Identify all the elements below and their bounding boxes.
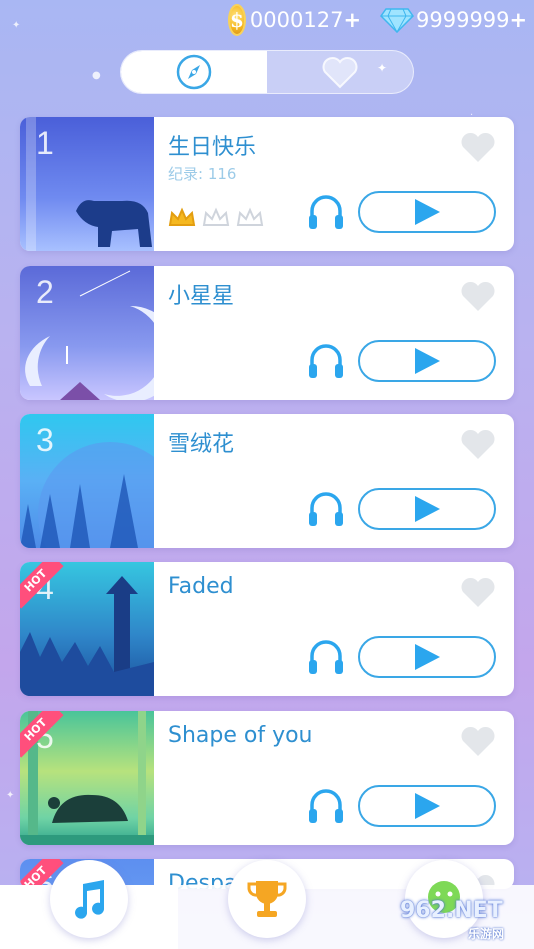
compass-icon (176, 54, 212, 90)
song-title: 雪绒花 (168, 432, 235, 457)
gem-counter[interactable]: 9999999 + (380, 4, 530, 36)
tab-favorites[interactable]: ✦ (267, 51, 413, 93)
song-thumbnail: 4 HOT (20, 562, 154, 696)
headphone-icon[interactable] (306, 340, 346, 382)
nav-trophy-button[interactable] (228, 860, 306, 938)
crown-icon (236, 207, 264, 226)
song-card[interactable]: 2 小星星 (20, 266, 514, 400)
coin-amount: 0000127 (249, 8, 344, 32)
play-icon (415, 496, 440, 522)
crown-rating (168, 207, 264, 229)
favorite-heart-icon[interactable] (458, 723, 498, 759)
play-button[interactable] (358, 191, 496, 233)
song-card[interactable]: 5 HOT Shape of you (20, 711, 514, 845)
song-title: Shape of you (168, 723, 313, 748)
play-icon (415, 348, 440, 374)
song-card[interactable]: 1 生日快乐 纪录: 116 (20, 117, 514, 251)
headphone-icon[interactable] (306, 785, 346, 827)
song-number: 3 (36, 422, 54, 458)
song-thumbnail: 1 (20, 117, 154, 251)
song-title: 生日快乐 (168, 135, 257, 160)
headphone-icon[interactable] (306, 636, 346, 678)
favorite-heart-icon[interactable] (458, 574, 498, 610)
crown-icon (168, 207, 196, 226)
play-icon (415, 199, 440, 225)
song-card[interactable]: 3 雪绒花 (20, 414, 514, 548)
play-button[interactable] (358, 340, 496, 382)
watermark-logo: 962.NET (400, 898, 503, 923)
song-title: Faded (168, 574, 234, 599)
favorite-heart-icon[interactable] (458, 278, 498, 314)
coin-counter[interactable]: $ 0000127 + (228, 4, 361, 36)
coin-icon: $ (228, 4, 246, 36)
song-tabs: ✦ (120, 50, 414, 94)
song-thumbnail: 5 HOT (20, 711, 154, 845)
song-thumbnail: 3 (20, 414, 154, 548)
favorite-heart-icon[interactable] (458, 426, 498, 462)
music-note-icon (75, 880, 105, 919)
song-card[interactable]: 4 HOT Faded (20, 562, 514, 696)
song-record: 纪录: 116 (168, 165, 237, 183)
heart-icon (322, 57, 358, 89)
watermark-sub: 乐游网 (468, 927, 505, 941)
diamond-icon (380, 8, 414, 33)
play-button[interactable] (358, 785, 496, 827)
play-button[interactable] (358, 636, 496, 678)
play-button[interactable] (358, 488, 496, 530)
trophy-icon (247, 881, 287, 917)
crown-icon (202, 207, 230, 226)
song-title: 小星星 (168, 284, 235, 309)
favorite-heart-icon[interactable] (458, 129, 498, 165)
top-bar: $ 0000127 + 9999999 + (0, 0, 534, 40)
headphone-icon[interactable] (306, 191, 346, 233)
song-number: 1 (36, 125, 54, 161)
song-thumbnail: 2 (20, 266, 154, 400)
add-gems-button[interactable]: + (510, 8, 528, 32)
nav-music-button[interactable] (50, 860, 128, 938)
gem-amount: 9999999 (416, 8, 510, 32)
bear-silhouette-icon (76, 200, 152, 247)
headphone-icon[interactable] (306, 488, 346, 530)
play-icon (415, 793, 440, 819)
tab-discover[interactable] (121, 51, 267, 93)
play-icon (415, 644, 440, 670)
song-number: 2 (36, 274, 54, 310)
